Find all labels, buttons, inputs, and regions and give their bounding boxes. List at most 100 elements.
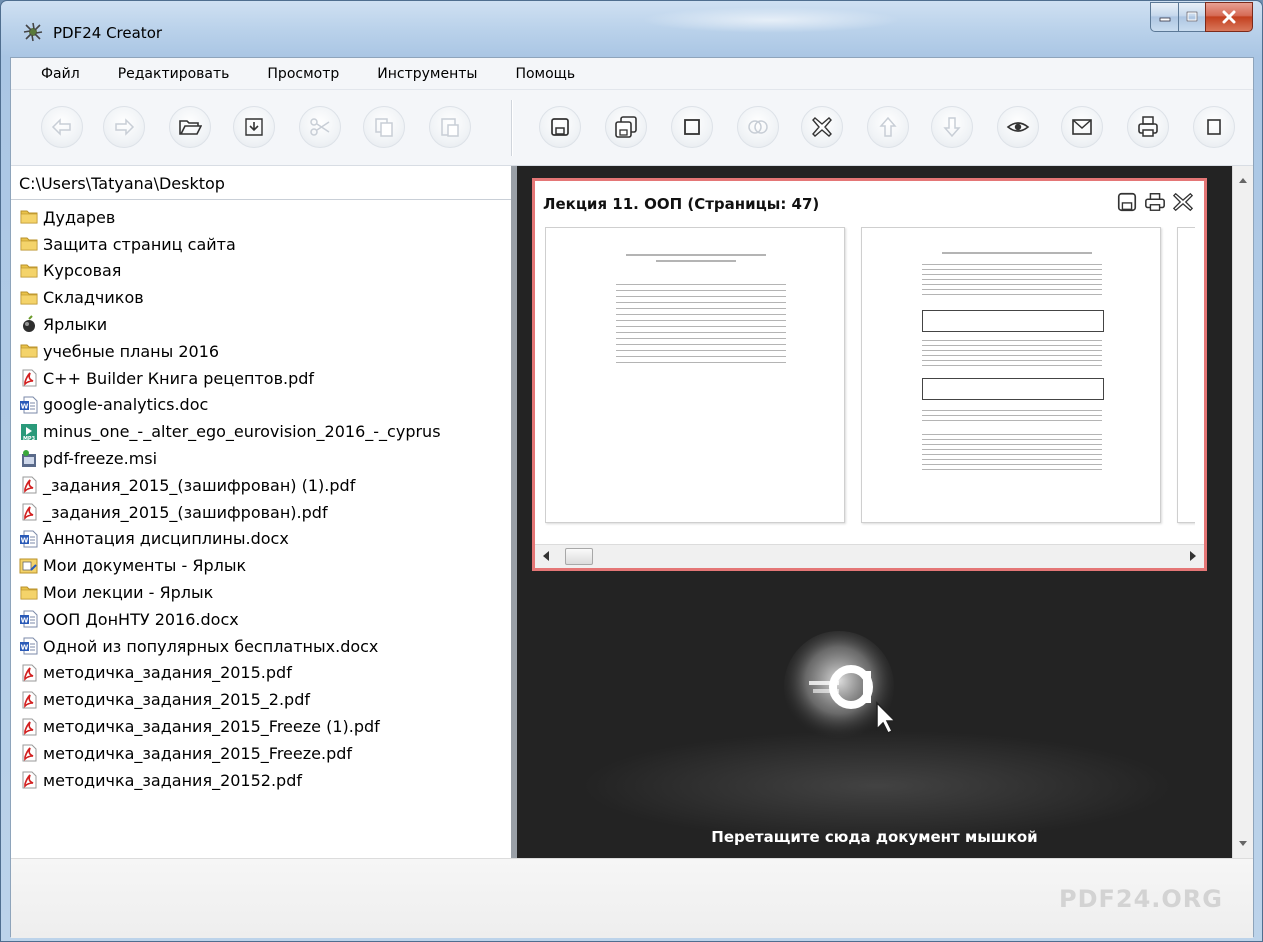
print-button[interactable] (1127, 106, 1169, 148)
horizontal-scrollbar[interactable] (535, 544, 1204, 568)
file-name: методичка_задания_2015_2.pdf (43, 690, 310, 710)
print-icon[interactable] (1144, 191, 1166, 213)
file-item[interactable]: методичка_задания_2015_2.pdf (19, 686, 511, 713)
file-item[interactable]: методичка_задания_2015.pdf (19, 660, 511, 687)
down-arrow-icon (943, 117, 961, 138)
file-item[interactable]: Ярлыки (19, 311, 511, 338)
menu-help[interactable]: Помощь (515, 66, 575, 82)
vertical-scrollbar[interactable] (1232, 166, 1253, 858)
file-item[interactable]: C++ Builder Книга рецептов.pdf (19, 365, 511, 392)
close-button[interactable] (1205, 2, 1253, 32)
file-list: Дударев Защита страниц сайта Курсовая Склад… (19, 204, 511, 794)
page-thumbnail[interactable] (861, 227, 1161, 523)
forward-button[interactable] (103, 106, 145, 148)
scissors-icon (310, 118, 330, 136)
doc-icon: W (19, 395, 39, 415)
printer-icon (1138, 116, 1158, 137)
save-icon[interactable] (1116, 191, 1138, 213)
back-button[interactable] (41, 106, 83, 148)
file-item[interactable]: Мои документы - Ярлык (19, 552, 511, 579)
file-item[interactable]: W Аннотация дисциплины.docx (19, 526, 511, 553)
import-button[interactable] (233, 106, 275, 148)
file-name: pdf-freeze.msi (43, 449, 158, 469)
minimize-icon (1159, 17, 1170, 22)
file-item[interactable]: методичка_задания_2015_Freeze.pdf (19, 740, 511, 767)
app-logo-icon (23, 22, 43, 42)
email-button[interactable] (1061, 106, 1103, 148)
file-item[interactable]: Курсовая (19, 258, 511, 285)
save-button[interactable] (539, 106, 581, 148)
folder-icon (19, 207, 39, 227)
document-card[interactable]: Лекция 11. ООП (Страницы: 47) (532, 178, 1207, 571)
file-item[interactable]: MP3 minus_one_-_alter_ego_eurovision_2016… (19, 418, 511, 445)
pdf-icon (19, 717, 39, 737)
save-all-button[interactable] (605, 106, 647, 148)
move-up-button[interactable] (867, 106, 909, 148)
scroll-up-icon[interactable] (1239, 178, 1247, 183)
menu-view[interactable]: Просмотр (267, 66, 339, 82)
preview-button[interactable] (997, 106, 1039, 148)
cut-button[interactable] (299, 106, 341, 148)
menu-edit[interactable]: Редактировать (118, 66, 230, 82)
file-item[interactable]: Wgoogle-analytics.doc (19, 392, 511, 419)
file-item[interactable]: pdf-freeze.msi (19, 445, 511, 472)
close-icon[interactable] (1172, 191, 1194, 213)
minimize-button[interactable] (1150, 2, 1178, 32)
delete-x-icon (812, 117, 832, 137)
back-arrow-icon (51, 118, 71, 136)
file-item[interactable]: _задания_2015_(зашифрован).pdf (19, 499, 511, 526)
file-item[interactable]: _задания_2015_(зашифрован) (1).pdf (19, 472, 511, 499)
paste-button[interactable] (429, 106, 471, 148)
toolbar-separator (511, 100, 513, 156)
file-item[interactable]: W Одной из популярных бесплатных.docx (19, 633, 511, 660)
folder-icon (19, 288, 39, 308)
open-button[interactable] (169, 106, 211, 148)
file-name: Дударев (43, 207, 116, 227)
square-icon (684, 119, 700, 135)
doc-icon: W (19, 529, 39, 549)
file-name: методичка_задания_20152.pdf (43, 770, 302, 790)
doc-icon: W (19, 636, 39, 656)
app-window: PDF24 Creator Файл Редактировать Просмот… (0, 0, 1263, 942)
paste-icon (441, 118, 459, 137)
scroll-right-icon[interactable] (1190, 551, 1196, 561)
file-item[interactable]: Дударев (19, 204, 511, 231)
file-item[interactable]: методичка_задания_2015_Freeze (1).pdf (19, 713, 511, 740)
pdf-icon (19, 690, 39, 710)
file-item[interactable]: учебные планы 2016 (19, 338, 511, 365)
menu-tools[interactable]: Инструменты (377, 66, 477, 82)
scroll-thumb[interactable] (565, 548, 593, 565)
file-name: google-analytics.doc (43, 395, 209, 415)
file-name: minus_one_-_alter_ego_eurovision_2016_-_… (43, 422, 441, 442)
svg-text:MP3: MP3 (23, 436, 36, 442)
page-thumbnail[interactable] (545, 227, 845, 523)
file-item[interactable]: методичка_задания_20152.pdf (19, 767, 511, 794)
menu-file[interactable]: Файл (41, 66, 80, 82)
file-name: _задания_2015_(зашифрован).pdf (43, 502, 328, 522)
merge-button[interactable] (737, 106, 779, 148)
scroll-down-icon[interactable] (1239, 841, 1247, 846)
copy-button[interactable] (363, 106, 405, 148)
scroll-left-icon[interactable] (543, 551, 549, 561)
page-thumbnails (545, 227, 1195, 527)
move-down-button[interactable] (931, 106, 973, 148)
title-bar[interactable]: PDF24 Creator (1, 1, 1262, 57)
folder-icon (19, 583, 39, 603)
file-name: _задания_2015_(зашифрован) (1).pdf (43, 475, 356, 495)
stop-button[interactable] (671, 106, 713, 148)
eye-icon (1006, 122, 1030, 132)
page-thumbnail[interactable] (1177, 227, 1195, 523)
more-icon (1207, 119, 1221, 135)
file-item[interactable]: Складчиков (19, 284, 511, 311)
maximize-button[interactable] (1178, 2, 1205, 32)
file-item[interactable]: Защита страниц сайта (19, 231, 511, 258)
svg-text:W: W (21, 402, 29, 410)
more-tools-button[interactable] (1193, 106, 1235, 148)
delete-button[interactable] (801, 106, 843, 148)
menu-bar: Файл Редактировать Просмотр Инструменты … (11, 58, 1253, 90)
file-item[interactable]: Мои лекции - Ярлык (19, 579, 511, 606)
pdf-icon (19, 743, 39, 763)
file-item[interactable]: W ООП ДонНТУ 2016.docx (19, 606, 511, 633)
file-name: методичка_задания_2015.pdf (43, 663, 292, 683)
folder-icon (19, 261, 39, 281)
